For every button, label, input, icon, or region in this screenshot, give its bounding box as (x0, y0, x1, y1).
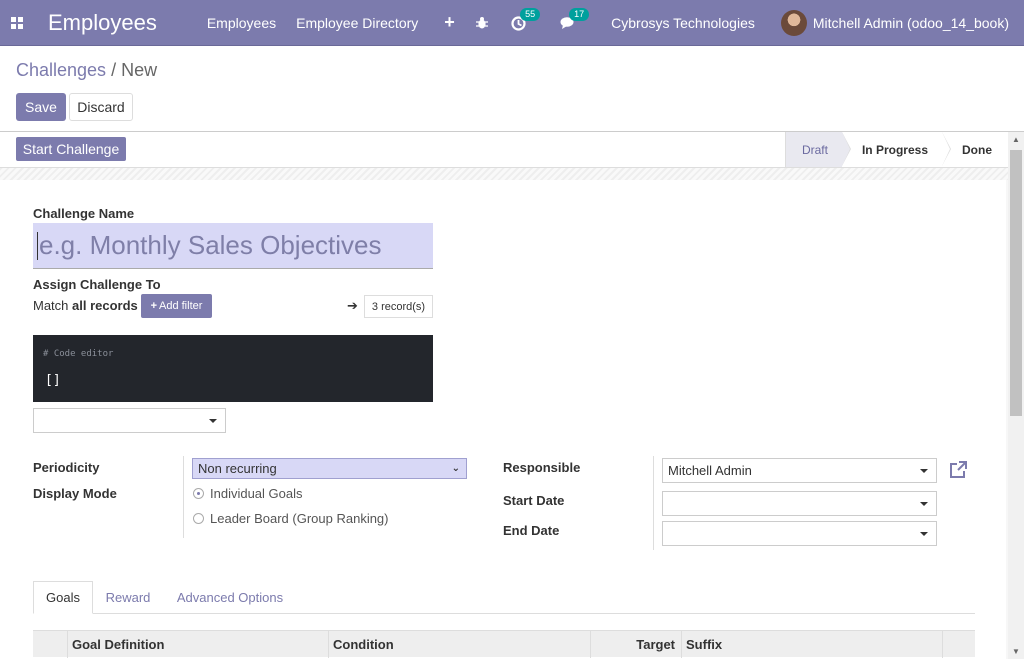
assign-challenge-label: Assign Challenge To (33, 277, 161, 292)
periodicity-select[interactable]: Non recurring ⌄ (192, 458, 467, 479)
match-prefix: Match (33, 298, 69, 313)
domain-model-select[interactable] (33, 408, 226, 433)
code-editor[interactable]: # Code editor [] (33, 335, 433, 402)
records-count-button[interactable]: 3 record(s) (364, 295, 433, 318)
display-mode-label: Display Mode (33, 486, 117, 501)
breadcrumb-separator: / (106, 60, 122, 80)
breadcrumb: Challenges / New (16, 60, 157, 81)
periodicity-value: Non recurring (198, 461, 277, 476)
notebook-tabs: Goals Reward Advanced Options (33, 581, 975, 614)
code-editor-value: [] (45, 373, 61, 388)
form-statusbar: Start Challenge Draft In Progress Done (0, 132, 1008, 168)
tab-advanced-options[interactable]: Advanced Options (166, 581, 294, 614)
top-navbar: Employees Employees Employee Directory +… (0, 0, 1024, 46)
tab-goals[interactable]: Goals (33, 581, 93, 614)
scroll-thumb[interactable] (1010, 150, 1022, 416)
add-filter-label: Add filter (159, 300, 203, 312)
responsible-value: Mitchell Admin (668, 463, 752, 478)
column-target[interactable]: Target (590, 631, 681, 658)
match-all-records: all records (72, 298, 138, 313)
chevron-down-icon: ⌄ (451, 463, 460, 474)
stage-label: In Progress (861, 142, 928, 157)
column-condition[interactable]: Condition (328, 631, 590, 658)
stage-pipeline: Draft In Progress Done (784, 132, 1008, 167)
user-avatar[interactable] (780, 10, 807, 36)
scroll-down-icon[interactable]: ▼ (1012, 647, 1020, 656)
messages-icon[interactable]: 17 (560, 8, 590, 30)
caret-down-icon (209, 419, 217, 423)
app-title[interactable]: Employees (48, 10, 157, 36)
apps-menu-icon[interactable] (0, 0, 34, 46)
radio-unchecked[interactable] (193, 513, 204, 524)
company-switcher[interactable]: Cybrosys Technologies (611, 15, 755, 31)
radio-label: Leader Board (Group Ranking) (210, 511, 389, 526)
display-mode-leaderboard[interactable]: Leader Board (Group Ranking) (193, 511, 389, 526)
caret-down-icon (920, 532, 928, 536)
row-delete-column (942, 631, 975, 658)
challenge-name-placeholder: e.g. Monthly Sales Objectives (39, 230, 382, 260)
external-link-icon[interactable] (948, 460, 968, 480)
breadcrumb-current: New (121, 60, 158, 80)
plus-icon: + (150, 300, 157, 312)
breadcrumb-challenges[interactable]: Challenges (16, 60, 106, 80)
start-date-label: Start Date (503, 493, 565, 508)
save-button[interactable]: Save (16, 93, 66, 121)
arrow-right-icon: ➔ (347, 298, 358, 313)
scroll-up-icon[interactable]: ▲ (1012, 135, 1020, 144)
stage-label: Draft (801, 142, 828, 157)
column-suffix[interactable]: Suffix (681, 631, 942, 658)
domain-match-text: Match all records (33, 298, 138, 313)
end-date-input[interactable] (662, 521, 937, 546)
start-challenge-button[interactable]: Start Challenge (16, 137, 126, 161)
goals-table-header: Goal Definition Condition Target Suffix (33, 630, 975, 658)
challenge-name-input[interactable]: e.g. Monthly Sales Objectives (33, 223, 433, 269)
activity-badge: 55 (520, 7, 541, 21)
stage-label: Done (962, 142, 992, 157)
activity-icon[interactable]: 55 (511, 7, 541, 31)
radio-checked[interactable] (193, 488, 204, 499)
column-goal-definition[interactable]: Goal Definition (67, 631, 328, 658)
challenge-name-label: Challenge Name (33, 206, 135, 221)
caret-down-icon (920, 502, 928, 506)
tab-reward[interactable]: Reward (93, 581, 163, 614)
nav-employee-directory[interactable]: Employee Directory (296, 15, 418, 31)
vertical-scrollbar[interactable]: ▲ ▼ (1008, 132, 1024, 659)
nav-plus-icon[interactable]: + (444, 12, 455, 33)
responsible-select[interactable]: Mitchell Admin (662, 458, 937, 483)
radio-label: Individual Goals (210, 486, 303, 501)
stage-done[interactable]: Done (942, 132, 1008, 167)
stage-draft[interactable]: Draft (784, 132, 851, 167)
responsible-label: Responsible (503, 460, 581, 475)
caret-down-icon (920, 469, 928, 473)
group-separator (653, 456, 654, 550)
code-editor-comment: # Code editor (43, 349, 114, 359)
group-separator (183, 456, 184, 538)
nav-employees[interactable]: Employees (207, 15, 276, 31)
end-date-label: End Date (503, 523, 560, 538)
display-mode-individual[interactable]: Individual Goals (193, 486, 303, 501)
bug-icon[interactable] (475, 16, 489, 30)
periodicity-label: Periodicity (33, 460, 100, 475)
add-filter-button[interactable]: + Add filter (141, 294, 212, 318)
user-menu[interactable]: Mitchell Admin (odoo_14_book) (813, 15, 1009, 31)
stage-in-progress[interactable]: In Progress (842, 132, 951, 167)
discard-button[interactable]: Discard (69, 93, 133, 121)
messages-badge: 17 (569, 8, 590, 21)
row-select-column[interactable] (33, 631, 67, 658)
start-date-input[interactable] (662, 491, 937, 516)
sheet-top-stripe (0, 168, 1008, 180)
